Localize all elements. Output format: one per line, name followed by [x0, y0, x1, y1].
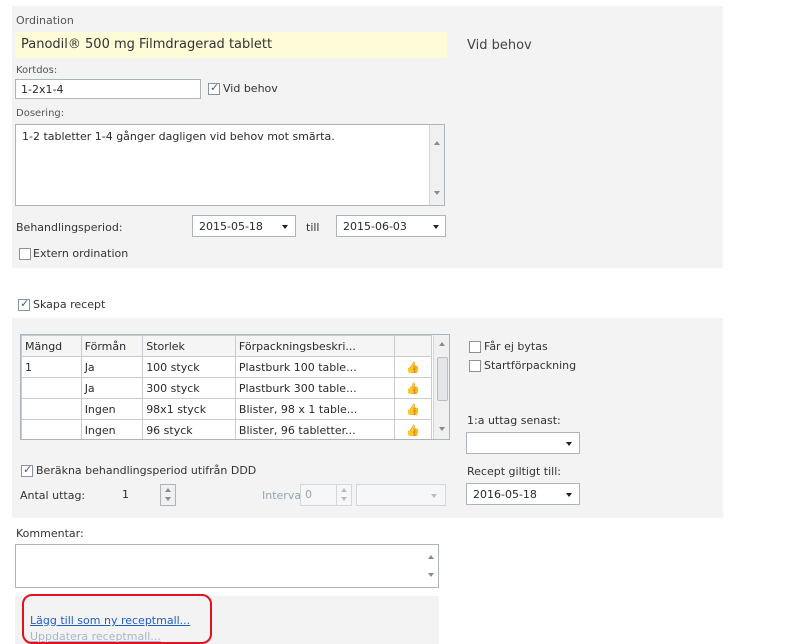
cell-beskr: Plastburk 300 table... — [234, 377, 396, 399]
cell-forman: Ja — [80, 356, 144, 378]
thumbs-up-icon[interactable]: 👍 — [394, 356, 432, 378]
package-table: Mängd Förmån Storlek Förpackningsbeskri.… — [20, 334, 450, 440]
cell-beskr: Plastburk 100 table... — [234, 356, 396, 378]
highlight-callout — [22, 594, 212, 644]
cell-forman: Ingen — [80, 398, 144, 420]
extern-ordination-label[interactable]: Extern ordination — [33, 247, 128, 260]
skapa-recept-checkbox[interactable] — [18, 297, 30, 311]
stepper-buttons[interactable] — [336, 485, 351, 505]
intervall-stepper[interactable]: 0 — [300, 484, 352, 506]
end-date-picker[interactable]: 2015-06-03 — [336, 215, 446, 237]
cell-mangd[interactable] — [21, 377, 82, 399]
vid-behov-checkbox-label[interactable]: Vid behov — [223, 82, 278, 95]
berakna-label[interactable]: Beräkna behandlingsperiod utifrån DDD — [36, 464, 256, 477]
increment-icon[interactable] — [165, 488, 171, 492]
startforpackning-checkbox[interactable] — [469, 360, 481, 372]
scroll-thumb[interactable] — [437, 357, 448, 401]
kortdos-input[interactable]: 1-2x1-4 — [15, 79, 201, 99]
cell-forman: Ja — [80, 377, 144, 399]
scroll-up-icon[interactable] — [439, 342, 445, 346]
thumbs-up-icon[interactable]: 👍 — [394, 377, 432, 399]
kommentar-scrollbar[interactable] — [424, 545, 438, 587]
recept-giltigt-label: Recept giltigt till: — [467, 465, 561, 478]
cell-mangd[interactable] — [21, 398, 82, 420]
col-mangd[interactable]: Mängd — [21, 335, 82, 357]
stepper-buttons[interactable] — [160, 484, 176, 506]
chevron-down-icon[interactable] — [433, 225, 439, 229]
col-forman[interactable]: Förmån — [80, 335, 144, 357]
table-row[interactable]: Ingen 98x1 styck Blister, 98 x 1 table..… — [21, 398, 432, 420]
decrement-icon[interactable] — [341, 497, 347, 501]
cell-storlek: 96 styck — [142, 419, 236, 439]
kommentar-textarea[interactable] — [15, 544, 439, 588]
scroll-down-icon[interactable] — [439, 427, 445, 431]
col-storlek[interactable]: Storlek — [142, 335, 236, 357]
scroll-up-icon[interactable] — [434, 141, 440, 145]
forsta-uttag-label: 1:a uttag senast: — [467, 414, 561, 427]
antal-uttag-stepper[interactable]: 1 — [116, 484, 176, 506]
table-scrollbar[interactable] — [433, 335, 449, 439]
cell-beskr: Blister, 98 x 1 table... — [234, 398, 396, 420]
start-date-picker[interactable]: 2015-05-18 — [192, 215, 296, 237]
forsta-uttag-picker[interactable] — [466, 432, 580, 454]
extern-ordination-checkbox[interactable] — [19, 248, 31, 260]
dosering-scrollbar[interactable] — [429, 125, 444, 205]
thumbs-up-icon[interactable]: 👍 — [394, 419, 432, 439]
vid-behov-checkbox[interactable] — [208, 81, 220, 95]
scroll-up-icon[interactable] — [428, 555, 434, 559]
thumbs-up-icon[interactable]: 👍 — [394, 398, 432, 420]
skapa-recept-label[interactable]: Skapa recept — [33, 298, 105, 311]
chevron-down-icon[interactable] — [282, 225, 288, 229]
far-ej-bytas-label[interactable]: Får ej bytas — [484, 340, 548, 353]
cell-beskr: Blister, 96 tabletter... — [234, 419, 396, 439]
chevron-down-icon[interactable] — [566, 442, 572, 446]
berakna-checkbox[interactable] — [21, 463, 33, 477]
cell-forman: Ingen — [80, 419, 144, 439]
scroll-down-icon[interactable] — [428, 573, 434, 577]
recept-giltigt-picker[interactable]: 2016-05-18 — [466, 483, 580, 505]
dosering-label: Dosering: — [16, 108, 65, 119]
till-label: till — [306, 221, 320, 234]
dosering-textarea[interactable]: 1-2 tabletter 1-4 gånger dagligen vid be… — [15, 124, 445, 206]
kommentar-label: Kommentar: — [16, 527, 84, 540]
intervall-unit-dropdown[interactable] — [356, 484, 446, 506]
drug-name: Panodil® 500 mg Filmdragerad tablett — [21, 37, 273, 52]
cell-storlek: 98x1 styck — [142, 398, 236, 420]
kortdos-label: Kortdos: — [16, 65, 58, 76]
cell-storlek: 300 styck — [142, 377, 236, 399]
table-row[interactable]: Ja 300 styck Plastburk 300 table... 👍 — [21, 377, 432, 399]
chevron-down-icon[interactable] — [431, 494, 437, 498]
vid-behov-text: Vid behov — [467, 38, 532, 53]
chevron-down-icon[interactable] — [566, 493, 572, 497]
far-ej-bytas-checkbox[interactable] — [469, 341, 481, 353]
drug-name-field[interactable]: Panodil® 500 mg Filmdragerad tablett — [15, 32, 447, 58]
ordination-section-label: Ordination — [16, 14, 74, 27]
table-row[interactable]: Ingen 96 styck Blister, 96 tabletter... … — [21, 419, 432, 439]
startforpackning-label[interactable]: Startförpackning — [484, 359, 576, 372]
increment-icon[interactable] — [341, 488, 347, 492]
decrement-icon[interactable] — [165, 497, 171, 501]
cell-mangd[interactable]: 1 — [21, 356, 82, 378]
cell-storlek: 100 styck — [142, 356, 236, 378]
behandlingsperiod-label: Behandlingsperiod: — [16, 221, 123, 234]
table-row[interactable]: 1 Ja 100 styck Plastburk 100 table... 👍 — [21, 356, 432, 378]
col-action — [394, 335, 432, 357]
table-header-row: Mängd Förmån Storlek Förpackningsbeskri.… — [21, 335, 432, 357]
cell-mangd[interactable] — [21, 419, 82, 439]
col-forpackningsbeskrivning[interactable]: Förpackningsbeskri... — [234, 335, 396, 357]
scroll-down-icon[interactable] — [434, 191, 440, 195]
antal-uttag-label: Antal uttag: — [20, 489, 86, 502]
